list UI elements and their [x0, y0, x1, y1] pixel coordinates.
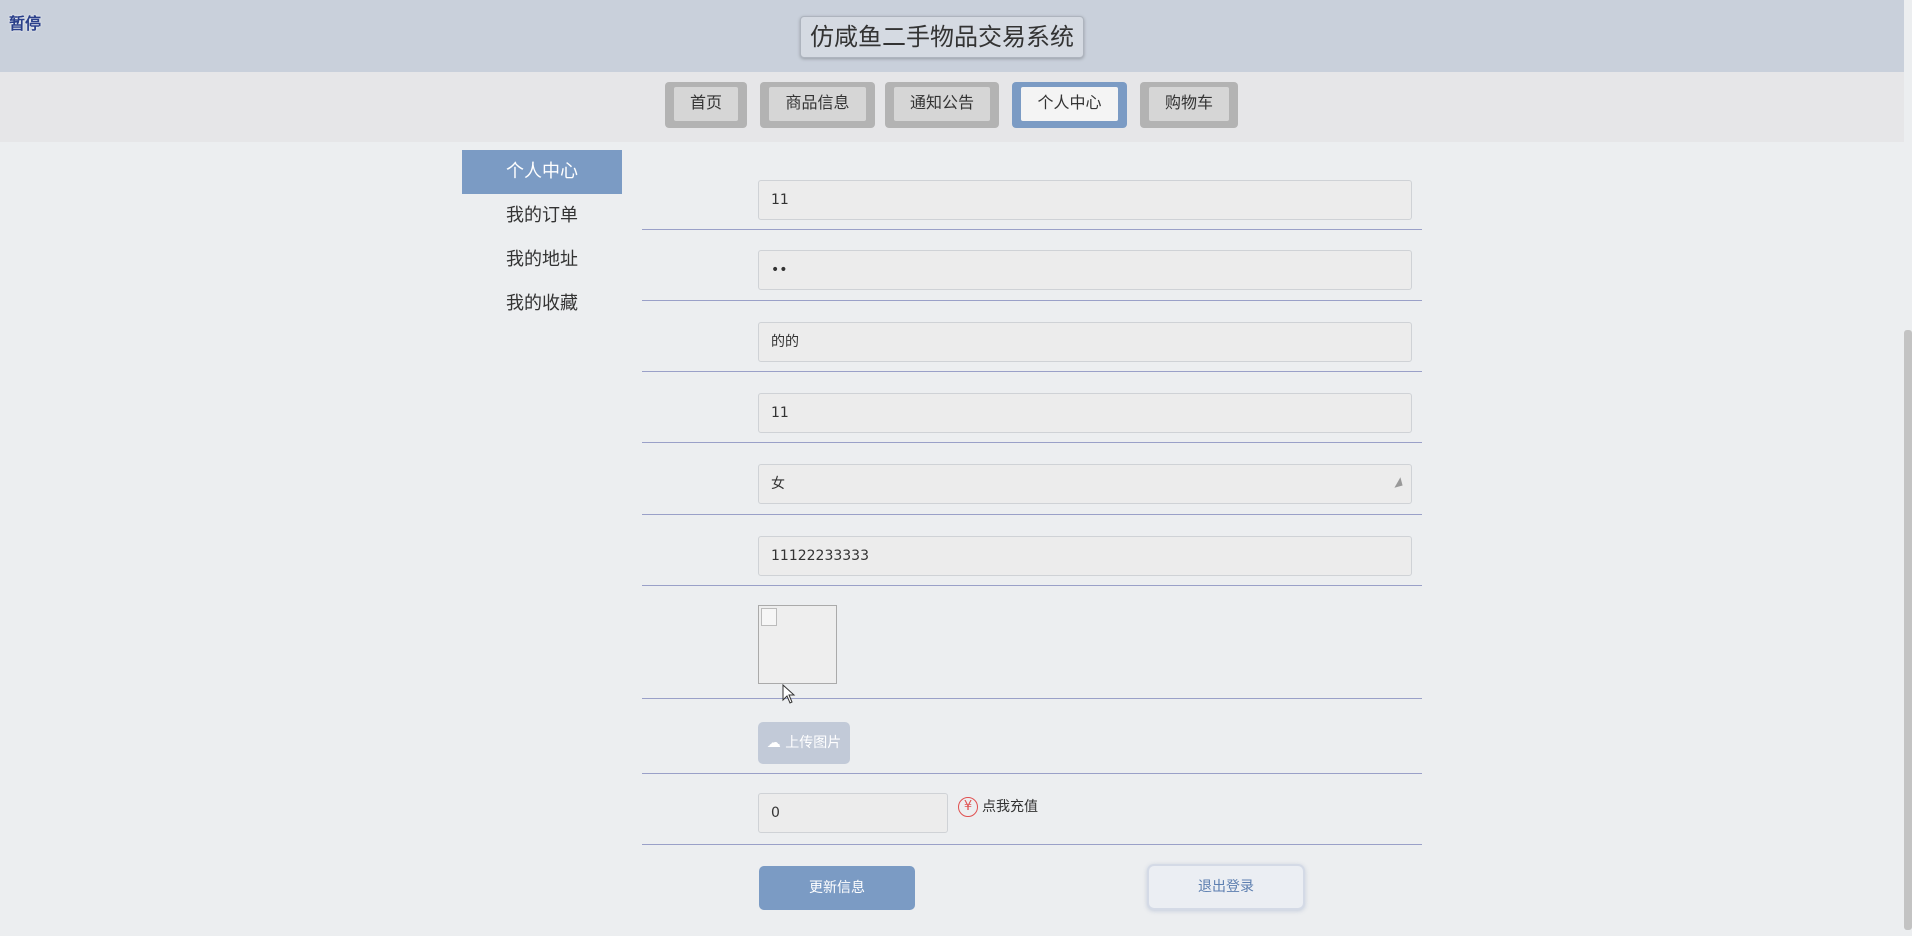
scrollbar-thumb[interactable] [1904, 330, 1912, 930]
yen-icon: ¥ [958, 797, 978, 817]
upload-label: 上传图片 [785, 735, 842, 751]
mouse-cursor-icon [782, 684, 796, 704]
gender-select[interactable]: 女 [758, 464, 1412, 504]
cloud-upload-icon: ☁ [766, 735, 781, 751]
form-row-phone: 手机 11122233333 [642, 514, 1422, 586]
tab-home[interactable]: 首页 [665, 82, 747, 128]
balance-field[interactable]: 0 [758, 793, 948, 833]
tab-cart[interactable]: 购物车 [1140, 82, 1238, 128]
account-field[interactable]: 11 [758, 180, 1412, 220]
gender-value: 女 [771, 476, 785, 492]
sidebar-item-my-favorites[interactable]: 我的收藏 [462, 282, 622, 326]
sidebar: 个人中心 我的订单 我的地址 我的收藏 [462, 150, 622, 326]
phone-field[interactable]: 11122233333 [758, 536, 1412, 576]
form-row-age: 年龄 11 [642, 371, 1422, 443]
page-title: 仿咸鱼二手物品交易系统 [800, 16, 1084, 58]
pause-label[interactable]: 暂停 [9, 10, 41, 34]
header-bar: 暂停 仿咸鱼二手物品交易系统 [0, 0, 1904, 72]
update-info-button[interactable]: 更新信息 [759, 866, 915, 910]
sidebar-item-personal-center[interactable]: 个人中心 [462, 150, 622, 194]
form-row-password: 密码 •• [642, 229, 1422, 301]
logout-button[interactable]: 退出登录 [1147, 864, 1305, 910]
sidebar-item-my-address[interactable]: 我的地址 [462, 238, 622, 282]
password-field[interactable]: •• [758, 250, 1412, 290]
avatar-image [758, 605, 837, 684]
age-field[interactable]: 11 [758, 393, 1412, 433]
name-field[interactable]: 的的 [758, 322, 1412, 362]
form-row-balance: 余额 0 ¥点我充值 [642, 773, 1422, 845]
sidebar-item-my-orders[interactable]: 我的订单 [462, 194, 622, 238]
form-row-gender: 性别 女 [642, 442, 1422, 515]
broken-image-icon [761, 608, 777, 626]
tab-products[interactable]: 商品信息 [760, 82, 875, 128]
scrollbar[interactable] [1904, 0, 1912, 936]
recharge-label: 点我充值 [982, 799, 1038, 815]
form-row-upload: ☁ 上传图片 [642, 698, 1422, 774]
select-arrow-icon [1394, 477, 1406, 491]
form-row-avatar [642, 585, 1422, 699]
form-row-account: 账号 11 [642, 160, 1422, 230]
tab-personal-center[interactable]: 个人中心 [1012, 82, 1127, 128]
upload-image-button[interactable]: ☁ 上传图片 [758, 722, 850, 764]
top-nav: 首页 商品信息 通知公告 个人中心 购物车 [0, 72, 1904, 142]
recharge-link[interactable]: ¥ 点我充值 [958, 796, 1038, 818]
form-row-name: 姓名 的的 [642, 300, 1422, 372]
tab-notices[interactable]: 通知公告 [885, 82, 999, 128]
